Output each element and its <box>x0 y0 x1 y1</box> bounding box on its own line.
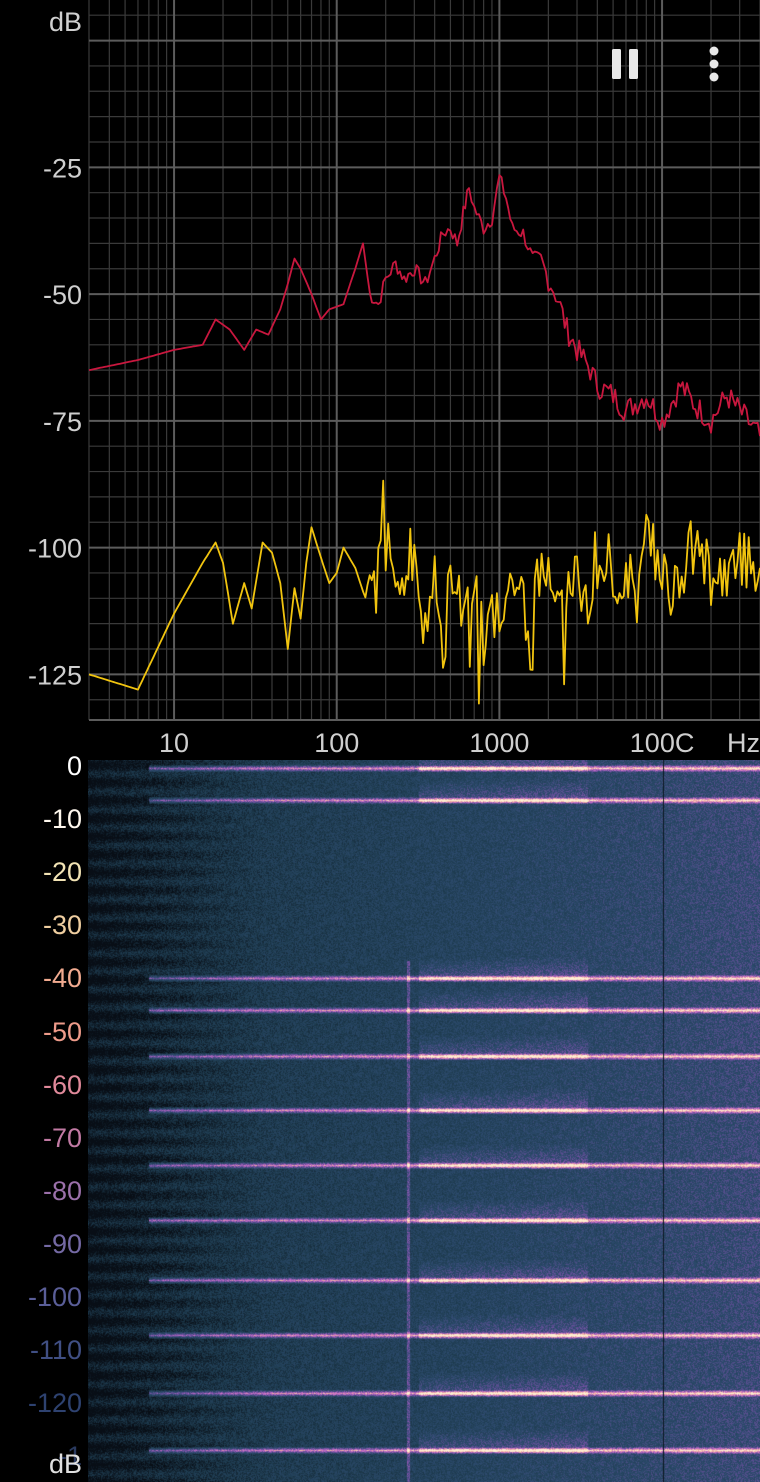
spectrum-series <box>88 174 760 705</box>
spectrogram-unit: dB <box>48 1449 82 1479</box>
spectrogram-tick-label: -110 <box>29 1335 82 1366</box>
x-tick-label: 1000 <box>469 728 529 758</box>
spectrogram[interactable]: 0 -10 -20 -30 -40 -50 -60 -70 -80 -90 -100 -110 -120… <box>0 753 760 1482</box>
y-tick-label: -125 <box>28 660 82 690</box>
pause-button[interactable] <box>600 42 650 86</box>
x-tick-label: 100 <box>314 728 359 758</box>
overflow-menu-button[interactable] <box>694 40 734 88</box>
spectrogram-tick-label: -40 <box>42 963 82 994</box>
y-tick-label: -75 <box>43 407 82 437</box>
spectrogram-tick-label: -90 <box>42 1228 82 1259</box>
y-axis-unit: dB <box>49 7 82 37</box>
series-line-channel-1 <box>88 174 760 437</box>
spectrogram-tick-label: -50 <box>42 1016 82 1047</box>
x-tick-label: 100C <box>630 728 695 758</box>
spectrogram-tick-label: -30 <box>42 910 82 941</box>
more-vert-icon <box>709 46 719 82</box>
pause-icon <box>612 49 638 79</box>
spectrogram-tick-label: -60 <box>42 1069 82 1100</box>
spectrum-grid-major <box>89 0 760 721</box>
spectrogram-canvas[interactable] <box>88 760 760 1482</box>
spectrogram-tick-label: -70 <box>42 1122 82 1153</box>
spectrogram-tick-label: -120 <box>27 1388 82 1419</box>
y-tick-label: -50 <box>43 280 82 310</box>
spectrogram-tick-label: -100 <box>27 1282 82 1312</box>
spectrogram-tick-label: -10 <box>42 804 82 835</box>
spectrum-grid-minor <box>88 0 760 720</box>
y-axis-labels: -25 -50 -75 -100 -125 <box>28 153 82 690</box>
spectrogram-tick-label: 0 <box>66 751 82 781</box>
x-tick-label: 10 <box>159 728 189 758</box>
x-axis-unit: Hz <box>727 728 760 758</box>
x-axis-labels: 10 100 1000 100C <box>159 728 694 758</box>
series-line-channel-2 <box>88 479 760 705</box>
spectrum-chart[interactable]: -25 -50 -75 -100 -125 10 100 1000 100C dB Hz <box>0 0 760 760</box>
y-tick-label: -25 <box>43 153 82 183</box>
spectrogram-tick-label: -80 <box>42 1175 82 1206</box>
y-tick-label: -100 <box>28 534 82 564</box>
spectrogram-tick-label: -20 <box>42 857 82 888</box>
